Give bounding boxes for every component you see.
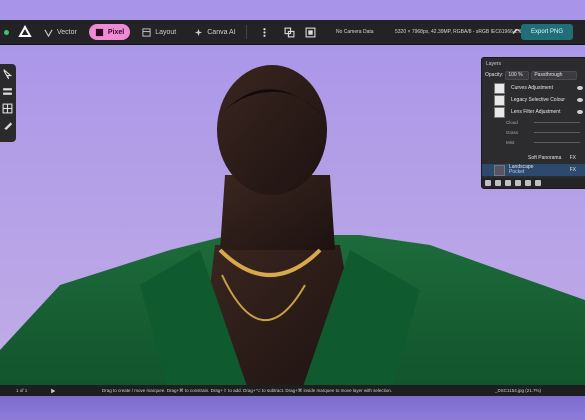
- fx-icon[interactable]: [515, 180, 521, 186]
- persona-pixel-label: Pixel: [107, 28, 125, 36]
- grid-tool-icon[interactable]: [2, 103, 13, 114]
- toolbar-divider: [245, 25, 247, 39]
- export-button[interactable]: Export PNG: [520, 24, 573, 40]
- canva-ai-persona-icon: [195, 28, 203, 36]
- top-toolbar: Vector Pixel Layout Canva AI No Camera D…: [0, 20, 585, 45]
- visibility-eye-icon[interactable]: [577, 86, 583, 90]
- visibility-eye-icon[interactable]: [577, 110, 583, 114]
- adjustment-slider[interactable]: Cloud: [482, 118, 585, 127]
- pixel-persona-icon: [95, 28, 103, 36]
- file-name: _DSC1154.jpg (21.7%): [495, 388, 541, 393]
- layers-tool-icon[interactable]: [2, 86, 13, 97]
- selected-layer-row[interactable]: Landscape Pocket FX: [482, 164, 585, 176]
- opacity-row: Opacity: 100 % Passthrough: [485, 70, 583, 80]
- opacity-field[interactable]: 100 %: [505, 70, 530, 80]
- tools-palette: [0, 64, 16, 142]
- camera-info: No Camera Data: [336, 29, 374, 35]
- opacity-label: Opacity:: [485, 72, 504, 78]
- lens-filter-layer-thumb: [494, 106, 505, 118]
- persona-canva-ai-label: Canva AI: [207, 28, 236, 36]
- adjustment-slider[interactable]: Grass: [482, 128, 585, 137]
- layer-row[interactable]: Legacy Selective Colour: [482, 94, 585, 106]
- slider-label: Grass: [506, 130, 519, 135]
- fx-label: FX: [569, 155, 576, 161]
- status-bar: 1 of 1 Drag to create / move marquee. Dr…: [0, 385, 585, 396]
- document-info: 5320 × 7968px, 42.39MP, RGBA/8 - sRGB IE…: [395, 29, 522, 35]
- paint-tool-icon[interactable]: [2, 120, 13, 131]
- blend-mode-select[interactable]: Passthrough: [531, 70, 578, 80]
- slider-label: Mist: [506, 140, 515, 145]
- layers-title: Layers: [486, 61, 502, 67]
- layers-bottom-bar: [482, 178, 585, 188]
- selected-layer-info: Landscape Pocket: [509, 165, 533, 175]
- snapping-icon[interactable]: [284, 27, 295, 38]
- persona-layout[interactable]: Layout: [136, 24, 182, 40]
- persona-pixel[interactable]: Pixel: [88, 24, 131, 40]
- layer-name: Legacy Selective Colour: [511, 97, 565, 103]
- selected-layer-sub: Pocket: [509, 169, 525, 175]
- move-tool-icon[interactable]: [2, 69, 13, 80]
- slider-track[interactable]: [534, 122, 580, 123]
- bottom-wallpaper: [0, 396, 585, 420]
- add-layer-icon[interactable]: [485, 180, 491, 186]
- adjustment-icon[interactable]: [505, 180, 511, 186]
- filter-row-label: Soft Panorama: [528, 155, 562, 161]
- mask-icon[interactable]: [495, 180, 501, 186]
- opacity-value: 100 %: [508, 72, 523, 78]
- window-zoom-dot[interactable]: [4, 29, 9, 35]
- selective-colour-layer-thumb: [494, 94, 505, 106]
- curves-layer-thumb: [494, 82, 505, 94]
- visibility-eye-icon[interactable]: [577, 98, 583, 102]
- layer-row[interactable]: Lens Filter Adjustment: [482, 106, 585, 118]
- layer-name: Curves Adjustment: [511, 85, 553, 91]
- persona-vector-label: Vector: [57, 28, 77, 36]
- blend-mode-value: Passthrough: [534, 72, 563, 78]
- play-icon[interactable]: [50, 388, 56, 394]
- page-indicator: 1 of 1: [16, 388, 28, 393]
- layer-name: Lens Filter Adjustment: [511, 109, 561, 115]
- slider-track[interactable]: [534, 142, 580, 143]
- persona-vector[interactable]: Vector: [38, 24, 83, 40]
- status-hint: Drag to create / move marquee. Drag+⌘ to…: [102, 387, 393, 393]
- layout-persona-icon: [142, 27, 151, 37]
- adjustment-slider[interactable]: Mist: [482, 138, 585, 147]
- fx-label: FX: [569, 167, 576, 173]
- landscape-layer-thumb: [494, 164, 505, 176]
- vector-persona-icon: [44, 29, 53, 37]
- app-logo-icon[interactable]: [18, 25, 32, 39]
- persona-canva-ai[interactable]: Canva AI: [188, 24, 241, 40]
- persona-layout-label: Layout: [155, 28, 177, 36]
- layers-panel: Layers Opacity: 100 % Passthrough Curves…: [481, 57, 585, 189]
- trash-icon[interactable]: [535, 180, 541, 186]
- selection-tool-icon[interactable]: [305, 27, 316, 38]
- slider-label: Cloud: [506, 120, 518, 125]
- layer-row[interactable]: Curves Adjustment: [482, 82, 585, 94]
- export-button-label: Export PNG: [530, 29, 563, 35]
- filter-row[interactable]: Soft Panorama FX: [482, 152, 585, 164]
- group-icon[interactable]: [525, 180, 531, 186]
- more-menu-icon[interactable]: [259, 27, 270, 38]
- slider-track[interactable]: [534, 132, 580, 133]
